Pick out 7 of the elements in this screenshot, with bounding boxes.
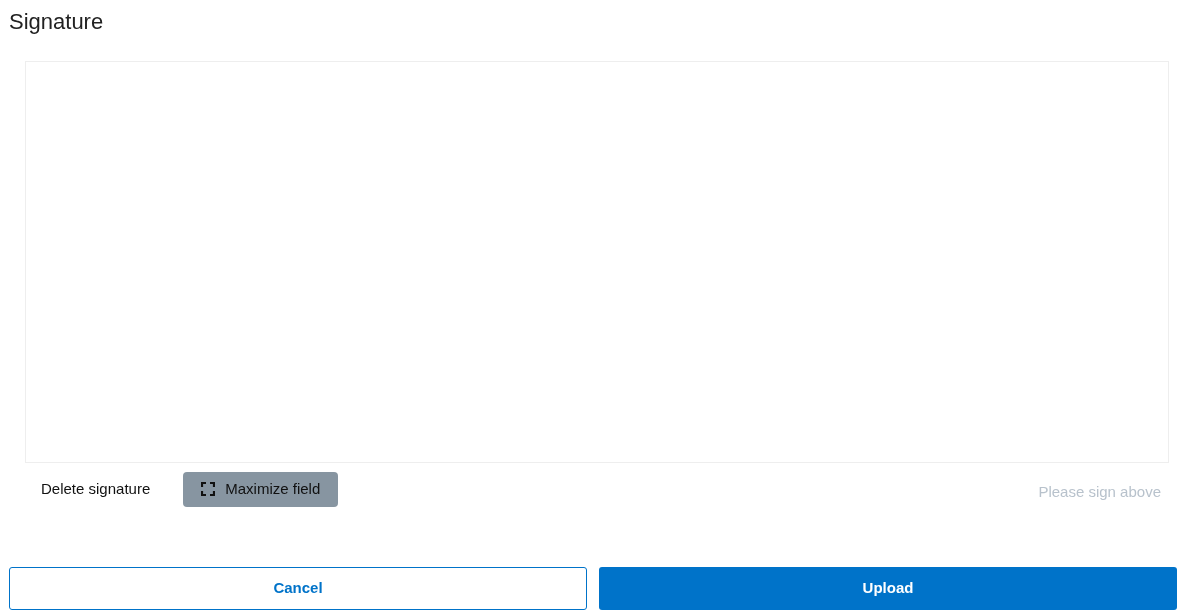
delete-signature-button[interactable]: Delete signature [41, 471, 151, 507]
signature-hint: Please sign above [1038, 481, 1161, 502]
maximize-button[interactable]: Maximize field [183, 471, 339, 507]
page-title: Signature [9, 8, 105, 36]
cancel-button[interactable]: Cancel [9, 567, 587, 610]
maximize-icon [201, 482, 216, 496]
upload-button[interactable]: Upload [599, 567, 1177, 610]
